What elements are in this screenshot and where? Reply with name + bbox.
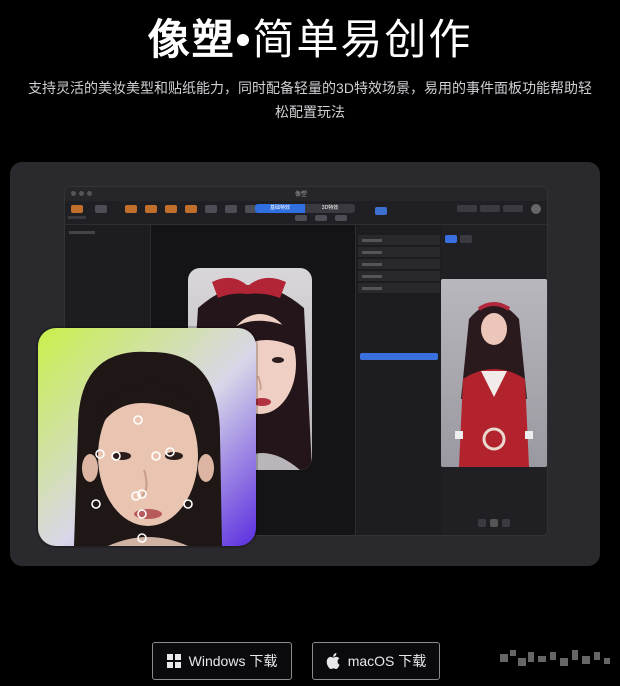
toolbar-tool-icon [295,215,307,221]
toolbar-label [68,216,86,219]
watermark-image [500,650,610,666]
toolbar-tool-icon [185,205,197,213]
toolbar-back-icon [71,205,83,213]
export-button[interactable] [503,205,523,212]
window-controls [71,191,92,196]
page-title: 像塑•简单易创作 [0,6,620,67]
segment-3d[interactable]: 3D特效 [305,204,355,213]
window-title: 像塑 [295,192,308,198]
toolbar-tool-icon [335,215,347,221]
zoom-dot [87,191,92,196]
toolbar-tool-icon [95,205,107,213]
windows-download-label: Windows 下载 [188,653,278,669]
property-row[interactable] [358,259,440,270]
preview-phone-image [441,279,547,467]
property-row[interactable] [358,271,440,282]
preview-tabs [445,235,472,243]
segment-basic[interactable]: 基础特效 [255,204,305,213]
title-light: 简单易创作 [252,16,473,63]
toolbar-tool-icon [205,205,217,213]
editor-toolbar: 基础特效 3D特效 [65,201,547,225]
subtitle-line-2: 松配置玩法 [275,104,345,120]
preview-button[interactable] [457,205,477,212]
prev-icon[interactable] [478,519,486,527]
preview-tab[interactable] [445,235,457,243]
apply-button[interactable] [360,353,438,360]
avatar[interactable] [531,204,541,214]
property-row[interactable] [358,283,440,294]
toolbar-tool-icon [165,205,177,213]
property-row[interactable] [358,247,440,258]
play-icon[interactable] [490,519,498,527]
toolbar-right-buttons [457,205,523,212]
windows-download-button[interactable]: Windows 下载 [152,642,292,680]
toolbar-tool-icon [225,205,237,213]
close-dot [71,191,76,196]
window-titlebar: 像塑 [65,187,547,201]
subtitle-line-1: 支持灵活的美妆美型和贴纸能力，同时配备轻量的3D特效场景，易用的事件面板功能帮助… [28,80,592,96]
properties-panel [355,225,441,535]
toolbar-tool-icon [375,207,387,215]
toolbar-tool-icon [315,215,327,221]
toolbar-tool-icon [145,205,157,213]
preview-controls [445,519,543,529]
publish-button[interactable] [480,205,500,212]
mac-download-button[interactable]: macOS 下载 [312,642,440,680]
mode-segmented-control: 基础特效 3D特效 [255,204,355,213]
next-icon[interactable] [502,519,510,527]
mac-download-label: macOS 下载 [347,653,427,669]
minimize-dot [79,191,84,196]
toolbar-tool-icon [125,205,137,213]
preview-tab[interactable] [460,235,472,243]
title-separator: • [235,16,253,63]
title-strong: 像塑 [147,16,236,63]
windows-icon [166,654,181,668]
property-row[interactable] [358,235,440,246]
layers-panel-header [69,231,95,234]
apple-icon [326,653,340,669]
face-detection-image [38,328,256,546]
page-subtitle: 支持灵活的美妆美型和贴纸能力，同时配备轻量的3D特效场景，易用的事件面板功能帮助… [0,76,620,124]
